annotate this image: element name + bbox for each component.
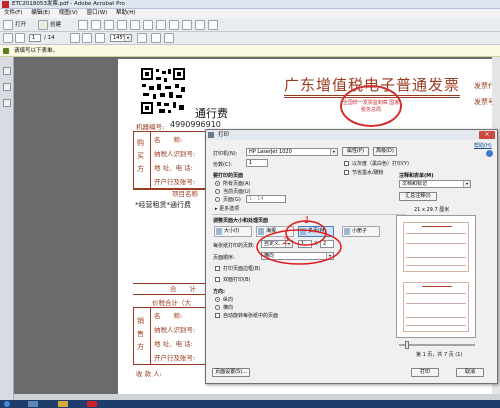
seller-bank-label: 开户行及账号: xyxy=(154,354,196,362)
open-folder-icon[interactable] xyxy=(3,20,13,30)
main-toolbar: 打开 创建 xyxy=(0,18,500,32)
item-name-header: 项目名称 xyxy=(172,190,198,198)
menu-edit[interactable]: 编辑(E) xyxy=(31,10,50,16)
form-icon xyxy=(3,48,9,54)
settings-icon[interactable] xyxy=(78,20,88,30)
window-title: ETC2018053发票.pdf - Adobe Acrobat Pro xyxy=(12,1,125,7)
acrobat-app-icon xyxy=(2,1,9,8)
hand-tool-icon[interactable] xyxy=(82,33,92,43)
total-in-words-label: 价税合计（大 xyxy=(152,299,191,307)
navigation-toolbar: 1 / 14 145% ▾ xyxy=(0,32,500,45)
print-icon[interactable] xyxy=(91,20,101,30)
menu-window[interactable]: 窗口(W) xyxy=(87,10,108,16)
seller-name-label: 名 称: xyxy=(154,312,183,320)
fit-width-icon[interactable] xyxy=(164,33,174,43)
red-annotation-marks xyxy=(256,220,342,265)
menu-view[interactable]: 视图(V) xyxy=(59,10,78,16)
page-number-input[interactable]: 1 xyxy=(29,34,41,42)
machine-number-value: 4990996910 xyxy=(170,120,221,129)
buyer-name-label: 名 称: xyxy=(154,136,183,144)
select-tool-icon[interactable] xyxy=(70,33,80,43)
item-name-value: *经营租赁*通行费 xyxy=(135,201,191,209)
menu-file[interactable]: 文件(F) xyxy=(4,10,22,16)
sign-icon[interactable] xyxy=(195,20,205,30)
taskbar-ie-icon[interactable] xyxy=(28,401,38,407)
zoom-input[interactable]: 145% ▾ xyxy=(110,34,132,42)
stamp-icon[interactable] xyxy=(156,20,166,30)
share-icon[interactable] xyxy=(130,20,140,30)
zoom-in-icon[interactable] xyxy=(137,33,147,43)
buyer-address-label: 地 址、电 话: xyxy=(154,164,193,172)
create-icon[interactable] xyxy=(38,20,48,30)
total-label: 合 计 xyxy=(170,285,196,293)
seller-side-label: 销售方 xyxy=(137,317,144,351)
taskbar-folder-icon[interactable] xyxy=(58,401,68,407)
create-button[interactable]: 创建 xyxy=(50,20,61,30)
tax-stamp-seal: 全国统一发票监制章 国家税务总局 xyxy=(340,85,402,127)
buyer-divider xyxy=(150,131,151,189)
bookmarks-icon[interactable] xyxy=(3,83,11,91)
menu-bar: 文件(F) 编辑(E) 视图(V) 窗口(W) 帮助(H) xyxy=(0,9,500,18)
form-message-bar: 请填写以下表单。 xyxy=(0,45,500,57)
payee-label: 收 款 人: xyxy=(136,370,162,378)
page-up-icon[interactable] xyxy=(3,33,13,43)
email-icon[interactable] xyxy=(104,20,114,30)
fit-page-icon[interactable] xyxy=(151,33,161,43)
print-dialog: 打印 × 帮助(H) 打印机(N): HP LaserJet 1020 ▾ 属性… xyxy=(205,129,498,384)
open-button[interactable]: 打开 xyxy=(15,20,26,30)
seller-tax-id-label: 纳税人识别号: xyxy=(154,326,196,334)
seller-divider xyxy=(150,307,151,365)
secure-icon[interactable] xyxy=(208,20,218,30)
comment-icon[interactable] xyxy=(143,20,153,30)
buyer-tax-id-label: 纳税人识别号: xyxy=(154,150,196,158)
chevron-down-icon[interactable]: ▾ xyxy=(124,35,131,41)
annotation-number-2: 2 xyxy=(283,237,289,247)
form-icon[interactable] xyxy=(182,20,192,30)
attachments-icon[interactable] xyxy=(3,99,11,107)
review-icon[interactable] xyxy=(169,20,179,30)
buyer-side-label: 购买方 xyxy=(137,139,144,173)
windows-taskbar xyxy=(0,400,500,408)
navigation-pane xyxy=(0,57,14,400)
seller-address-label: 地 址、电 话: xyxy=(154,340,193,348)
qr-code xyxy=(140,67,186,115)
total-words-line xyxy=(133,294,215,295)
form-message-text: 请填写以下表单。 xyxy=(14,48,59,54)
page-total: / 14 xyxy=(44,35,55,41)
page-thumbnails-icon[interactable] xyxy=(3,67,11,75)
window-titlebar: ETC2018053发票.pdf - Adobe Acrobat Pro xyxy=(0,0,500,9)
machine-number-label: 机器编号: xyxy=(136,123,165,131)
annotation-number-1: 1 xyxy=(304,216,310,226)
taskbar-acrobat-icon[interactable] xyxy=(87,401,97,407)
invoice-service-name: 通行费 xyxy=(195,107,228,120)
save-icon[interactable] xyxy=(117,20,127,30)
buyer-bank-label: 开户行及账号: xyxy=(154,178,196,186)
zoom-out-icon[interactable] xyxy=(95,33,105,43)
menu-help[interactable]: 帮助(H) xyxy=(116,10,135,16)
page-down-icon[interactable] xyxy=(15,33,25,43)
start-button[interactable] xyxy=(4,401,10,407)
